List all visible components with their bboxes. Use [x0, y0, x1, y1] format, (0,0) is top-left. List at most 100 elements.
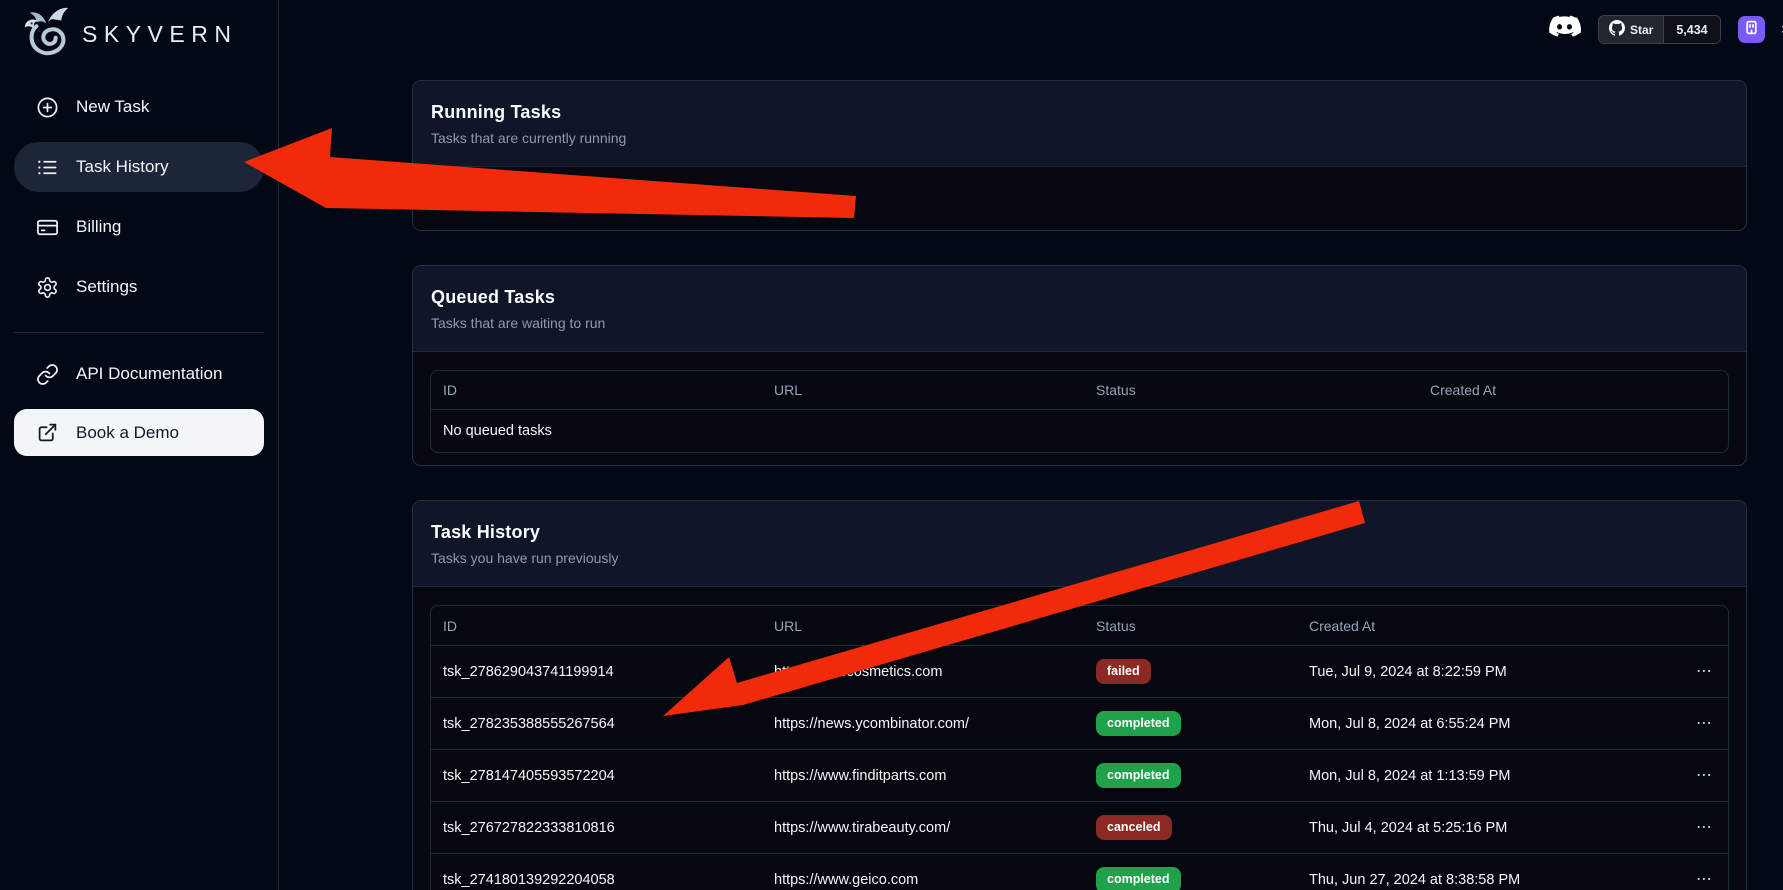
skyvern-dragon-icon	[22, 5, 72, 64]
status-badge: completed	[1096, 867, 1181, 890]
task-actions-cell: ⋯	[1684, 698, 1729, 749]
card-subtitle: Tasks that are waiting to run	[431, 315, 1728, 331]
table-row[interactable]: tsk_278629043741199914 https://tartecosm…	[431, 646, 1728, 698]
sidebar-item-label: Book a Demo	[76, 423, 179, 443]
task-url: https://www.finditparts.com	[762, 750, 1084, 801]
task-id: tsk_278235388555267564	[431, 698, 762, 749]
column-header-created-at: Created At	[1297, 606, 1684, 645]
queued-tasks-card: Queued Tasks Tasks that are waiting to r…	[412, 265, 1747, 466]
column-header-actions	[1684, 606, 1728, 645]
task-created-at: Mon, Jul 8, 2024 at 1:13:59 PM	[1297, 750, 1684, 801]
sidebar-divider	[14, 332, 264, 333]
task-actions-cell: ⋯	[1684, 646, 1729, 697]
sidebar-item-settings[interactable]: Settings	[14, 262, 264, 312]
profile-avatar[interactable]	[1738, 16, 1765, 43]
task-actions-cell: ⋯	[1684, 750, 1729, 801]
column-header-status: Status	[1084, 606, 1297, 645]
column-header-id: ID	[431, 606, 762, 645]
task-history-header: Task History Tasks you have run previous…	[413, 501, 1746, 587]
task-actions-cell: ⋯	[1684, 854, 1729, 890]
discord-icon	[1548, 15, 1581, 44]
status-badge: completed	[1096, 763, 1181, 789]
task-history-card: Task History Tasks you have run previous…	[412, 500, 1747, 890]
column-header-status: Status	[1084, 371, 1418, 409]
topbar: Star 5,434 Sk	[1548, 15, 1783, 44]
task-actions-cell: ⋯	[1684, 802, 1729, 853]
gear-icon	[35, 275, 59, 299]
task-created-at: Mon, Jul 8, 2024 at 6:55:24 PM	[1297, 698, 1684, 749]
app-root: SKYVERN New Task Task History Billing	[0, 0, 1783, 890]
task-history-body: ID URL Status Created At tsk_27862904374…	[413, 587, 1746, 890]
row-actions-button[interactable]: ⋯	[1696, 716, 1713, 732]
github-star-widget[interactable]: Star 5,434	[1598, 15, 1721, 44]
status-badge: failed	[1096, 659, 1151, 685]
task-url: https://www.geico.com	[762, 854, 1084, 890]
organization-icon	[1744, 20, 1759, 40]
task-url: https://tartecosmetics.com	[762, 646, 1084, 697]
brand-logo[interactable]: SKYVERN	[14, 0, 264, 64]
card-title: Running Tasks	[431, 102, 1728, 123]
task-id: tsk_276727822333810816	[431, 802, 762, 853]
task-status-cell: completed	[1084, 854, 1297, 890]
status-badge: canceled	[1096, 815, 1172, 841]
link-icon	[35, 362, 59, 386]
github-star-count[interactable]: 5,434	[1663, 16, 1719, 43]
table-row[interactable]: tsk_278147405593572204 https://www.findi…	[431, 750, 1728, 802]
task-id: tsk_278629043741199914	[431, 646, 762, 697]
task-created-at: Tue, Jul 9, 2024 at 8:22:59 PM	[1297, 646, 1684, 697]
task-id: tsk_278147405593572204	[431, 750, 762, 801]
column-header-url: URL	[762, 606, 1084, 645]
task-status-cell: completed	[1084, 750, 1297, 801]
sidebar-item-label: New Task	[76, 97, 149, 117]
column-header-id: ID	[431, 371, 762, 409]
task-url: https://www.tirabeauty.com/	[762, 802, 1084, 853]
queued-tasks-table: ID URL Status Created At No queued tasks	[430, 370, 1729, 453]
brand-name: SKYVERN	[82, 21, 237, 48]
row-actions-button[interactable]: ⋯	[1696, 872, 1713, 888]
task-created-at: Thu, Jun 27, 2024 at 8:38:58 PM	[1297, 854, 1684, 890]
queued-tasks-empty-state: No queued tasks	[431, 410, 1728, 452]
sidebar-item-api-documentation[interactable]: API Documentation	[14, 349, 264, 399]
column-header-created-at: Created At	[1418, 371, 1728, 409]
book-a-demo-button[interactable]: Book a Demo	[14, 409, 264, 456]
queued-tasks-body: ID URL Status Created At No queued tasks	[413, 352, 1746, 465]
task-id: tsk_274180139292204058	[431, 854, 762, 890]
running-tasks-card: Running Tasks Tasks that are currently r…	[412, 80, 1747, 231]
task-history-rows: tsk_278629043741199914 https://tartecosm…	[431, 646, 1728, 890]
sidebar-nav: New Task Task History Billing Settings	[14, 82, 264, 466]
card-title: Queued Tasks	[431, 287, 1728, 308]
sidebar-item-task-history[interactable]: Task History	[14, 142, 264, 192]
task-status-cell: completed	[1084, 698, 1297, 749]
task-created-at: Thu, Jul 4, 2024 at 5:25:16 PM	[1297, 802, 1684, 853]
sidebar-item-billing[interactable]: Billing	[14, 202, 264, 252]
table-row[interactable]: tsk_274180139292204058 https://www.geico…	[431, 854, 1728, 890]
table-header-row: ID URL Status Created At	[431, 371, 1728, 410]
task-status-cell: failed	[1084, 646, 1297, 697]
row-actions-button[interactable]: ⋯	[1696, 664, 1713, 680]
queued-tasks-header: Queued Tasks Tasks that are waiting to r…	[413, 266, 1746, 352]
task-url: https://news.ycombinator.com/	[762, 698, 1084, 749]
card-subtitle: Tasks you have run previously	[431, 550, 1728, 566]
running-tasks-header: Running Tasks Tasks that are currently r…	[413, 81, 1746, 167]
card-subtitle: Tasks that are currently running	[431, 130, 1728, 146]
github-star-button[interactable]: Star	[1599, 16, 1663, 43]
card-title: Task History	[431, 522, 1728, 543]
sidebar-item-label: Settings	[76, 277, 137, 297]
sidebar-item-new-task[interactable]: New Task	[14, 82, 264, 132]
status-badge: completed	[1096, 711, 1181, 737]
github-icon	[1609, 20, 1625, 39]
table-row[interactable]: tsk_276727822333810816 https://www.tirab…	[431, 802, 1728, 854]
table-row[interactable]: tsk_278235388555267564 https://news.ycom…	[431, 698, 1728, 750]
main-content: Running Tasks Tasks that are currently r…	[412, 80, 1747, 890]
table-header-row: ID URL Status Created At	[431, 606, 1728, 646]
task-history-table: ID URL Status Created At tsk_27862904374…	[430, 605, 1729, 890]
github-star-label: Star	[1630, 23, 1653, 37]
row-actions-button[interactable]: ⋯	[1696, 768, 1713, 784]
external-link-icon	[35, 421, 59, 445]
credit-card-icon	[35, 215, 59, 239]
row-actions-button[interactable]: ⋯	[1696, 820, 1713, 836]
task-status-cell: canceled	[1084, 802, 1297, 853]
queued-tasks-empty-row: No queued tasks	[431, 410, 1728, 452]
discord-button[interactable]	[1548, 15, 1581, 44]
sidebar: SKYVERN New Task Task History Billing	[0, 0, 279, 890]
